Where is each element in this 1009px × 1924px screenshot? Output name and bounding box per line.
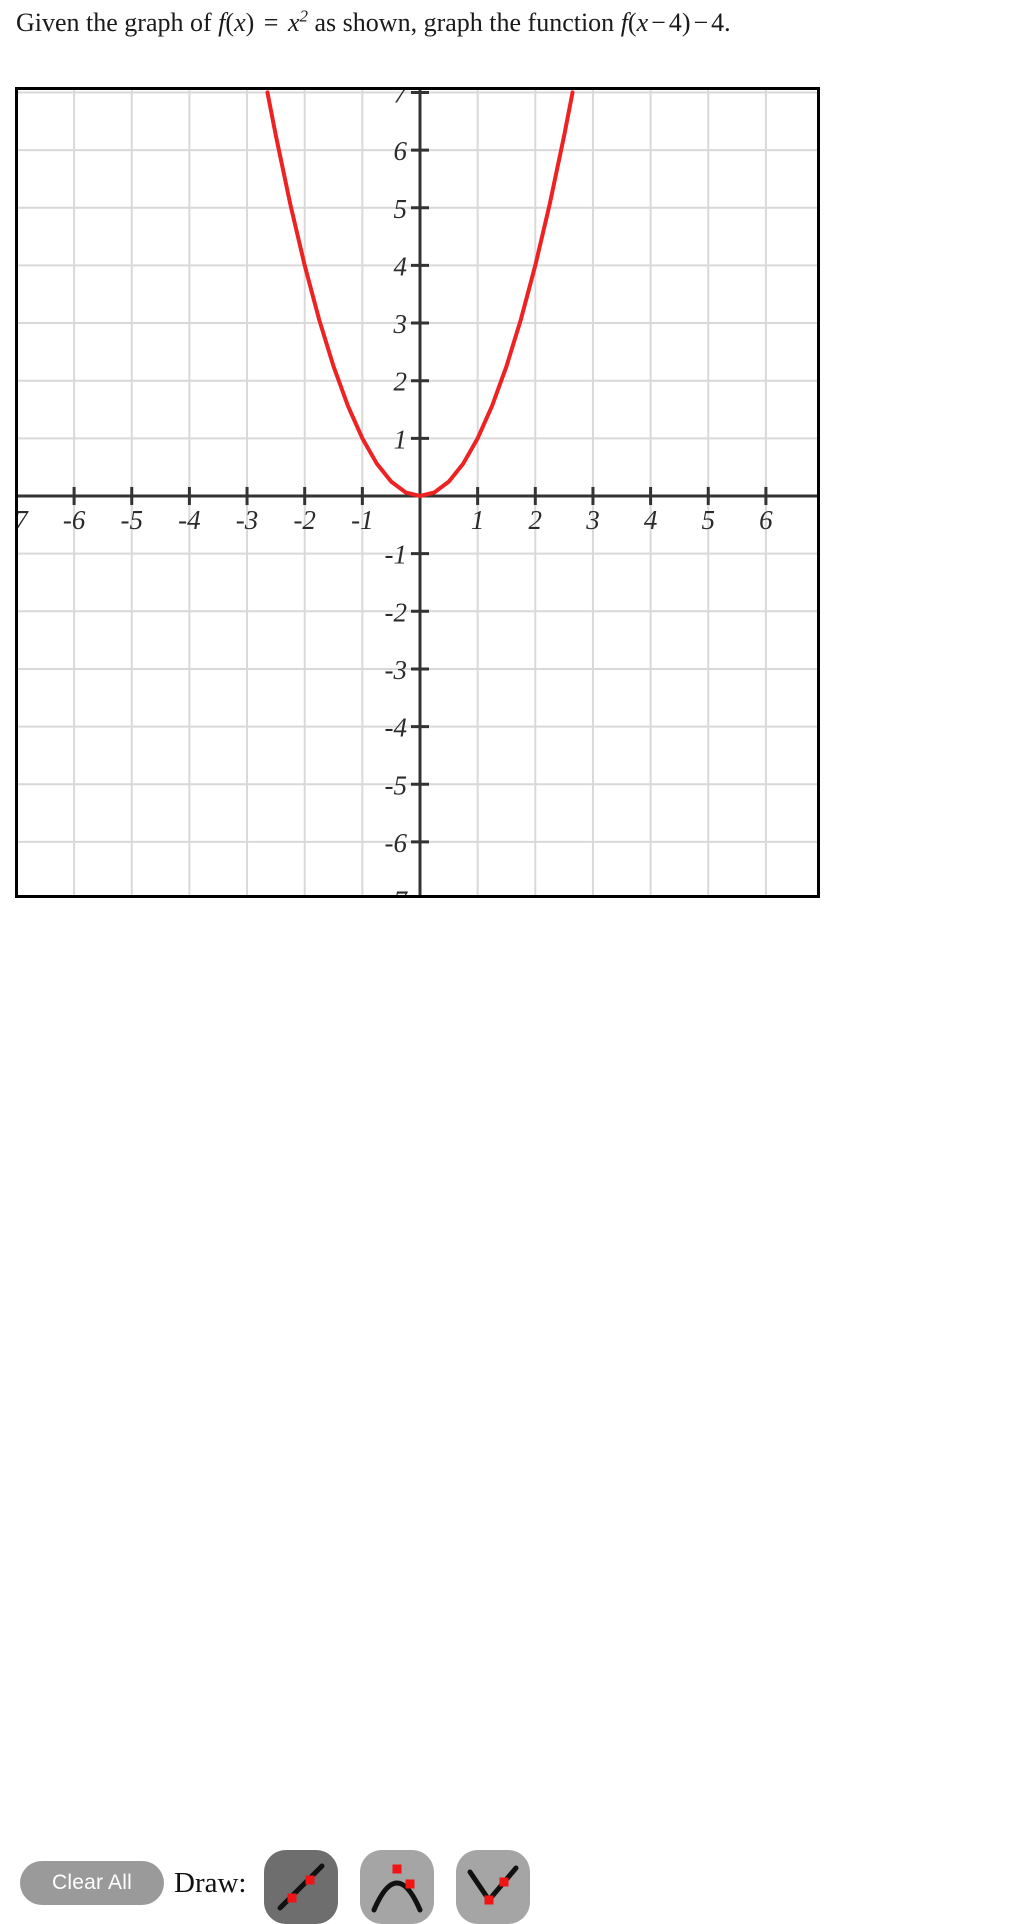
x-tick-label: 4: [644, 505, 658, 535]
target-function-name: f: [620, 8, 628, 37]
y-tick-label: -5: [385, 770, 408, 800]
y-tick-label: 1: [394, 424, 408, 454]
x-tick-label: 3: [585, 505, 600, 535]
x-tick-label: 2: [529, 505, 543, 535]
question-prompt: Given the graph of f(x) = x2 as shown, g…: [16, 6, 731, 37]
function-argument: x: [234, 8, 246, 37]
equals-sign: =: [263, 8, 279, 37]
target-inner-minus: −: [651, 8, 666, 37]
target-outer-minus: −: [693, 8, 709, 37]
x-tick-label: 6: [759, 505, 773, 535]
y-tick-label: -3: [385, 655, 408, 685]
period: .: [724, 8, 731, 37]
x-tick-label: -7: [15, 505, 29, 535]
clear-all-button[interactable]: Clear All: [20, 1861, 164, 1905]
drawing-toolbar: Clear All Draw:: [0, 925, 1009, 1924]
x-tick-label: -5: [121, 505, 144, 535]
x-tick-label: -3: [236, 505, 258, 535]
draw-label: Draw:: [174, 1867, 247, 1899]
line-tool-button[interactable]: [264, 1850, 338, 1924]
coordinate-plane[interactable]: -7 -6 -5 -4 -3 -2 -1 1 2 3 4 5 6 7 -7 -6 -5 -4 -3 -2 -1 1 2 3 4 5…: [15, 87, 820, 898]
parabola-tool-icon: [371, 1864, 423, 1913]
exponent: 2: [299, 6, 309, 26]
y-tick-label: 7: [394, 87, 409, 108]
x-tick-label: 1: [471, 505, 485, 535]
y-tick-label: -6: [385, 828, 408, 858]
absolute-value-tool-button[interactable]: [456, 1850, 530, 1924]
y-tick-label: 4: [394, 251, 408, 281]
question-lead: Given the graph of: [16, 8, 212, 37]
y-tick-label: 2: [394, 367, 408, 397]
x-tick-label: -1: [351, 505, 374, 535]
x-tick-label: -4: [178, 505, 201, 535]
base-variable: x: [287, 8, 300, 37]
x-tick-label: 5: [702, 505, 716, 535]
x-tick-label: -2: [293, 505, 316, 535]
y-tick-label: -2: [385, 597, 408, 627]
x-tick-label: -6: [63, 505, 86, 535]
y-tick-label: -4: [385, 713, 408, 743]
y-tick-label: 6: [394, 136, 408, 166]
y-tick-label: 3: [393, 309, 408, 339]
y-tick-label: -7: [385, 886, 409, 898]
y-tick-label: 5: [394, 194, 408, 224]
target-argument: x: [636, 8, 649, 37]
target-shift-value: 4: [668, 8, 682, 37]
y-tick-label: -1: [385, 540, 408, 570]
parabola-tool-button[interactable]: [360, 1850, 434, 1924]
line-tool-icon: [277, 1863, 325, 1911]
absolute-value-tool-icon: [467, 1865, 519, 1905]
target-drop-value: 4: [711, 8, 725, 37]
question-middle: as shown, graph the function: [314, 8, 615, 37]
x-tick-label: 7: [817, 505, 820, 535]
graph-canvas[interactable]: -7 -6 -5 -4 -3 -2 -1 1 2 3 4 5 6 7 -7 -6 -5 -4 -3 -2 -1 1 2 3 4 5…: [15, 87, 820, 898]
